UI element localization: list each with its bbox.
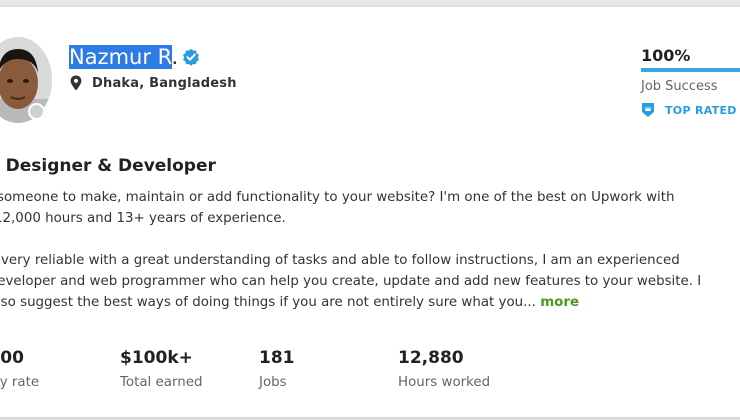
location-pin-icon	[70, 75, 82, 91]
description-line: n also suggest the best ways of doing th…	[0, 295, 536, 310]
description-line: er 12,000 hours and 13+ years of experie…	[0, 211, 286, 226]
job-success-label: Job Success	[641, 79, 718, 94]
stat-label: urly rate	[0, 375, 40, 390]
freelancer-profile-card: Nazmur R. Dhaka, Bangladesh 100% Job Suc…	[0, 6, 740, 417]
description-paragraph-2: ing very reliable with a great understan…	[0, 250, 716, 313]
stat-value: $100k+	[120, 348, 193, 368]
job-success-percent: 100%	[641, 46, 691, 65]
stat-value: 4.00	[0, 348, 24, 368]
stat-value: 12,880	[398, 348, 464, 368]
stat-label: Jobs	[259, 375, 287, 390]
online-status-dot	[28, 103, 45, 120]
stat-jobs: 181 Jobs	[259, 347, 295, 390]
job-success-panel: 100% Job Success TOP RATED	[641, 45, 740, 118]
top-rated-badge[interactable]: TOP RATED	[641, 102, 740, 118]
stat-label: Hours worked	[398, 375, 491, 390]
job-success-bar	[641, 68, 740, 72]
profile-name-selected[interactable]: Nazmur R	[69, 45, 172, 69]
stat-label: Total earned	[120, 375, 203, 390]
description-line: b developer and web programmer who can h…	[0, 274, 702, 289]
description-line: ed someone to make, maintain or add func…	[0, 190, 675, 205]
description-paragraph-1: ed someone to make, maintain or add func…	[0, 187, 716, 229]
stat-hours-worked: 12,880 Hours worked	[398, 347, 490, 390]
verified-badge-icon	[182, 48, 200, 66]
stat-hourly-rate: 4.00 urly rate	[0, 347, 39, 390]
location-row: Dhaka, Bangladesh	[70, 75, 237, 91]
location-text: Dhaka, Bangladesh	[92, 75, 237, 91]
avatar-container[interactable]	[0, 37, 52, 123]
stat-value: 181	[259, 348, 295, 368]
description-line: ing very reliable with a great understan…	[0, 253, 680, 268]
top-rated-label: TOP RATED	[665, 103, 737, 117]
profile-headline: eb Designer & Developer	[0, 156, 216, 176]
profile-name-rest[interactable]: .	[172, 45, 179, 69]
more-link[interactable]: more	[540, 295, 579, 310]
profile-description: ed someone to make, maintain or add func…	[0, 187, 716, 334]
stat-total-earned: $100k+ Total earned	[120, 347, 202, 390]
top-rated-shield-icon	[641, 102, 655, 118]
profile-name-row: Nazmur R.	[69, 43, 200, 71]
profile-name[interactable]: Nazmur R.	[69, 43, 178, 71]
